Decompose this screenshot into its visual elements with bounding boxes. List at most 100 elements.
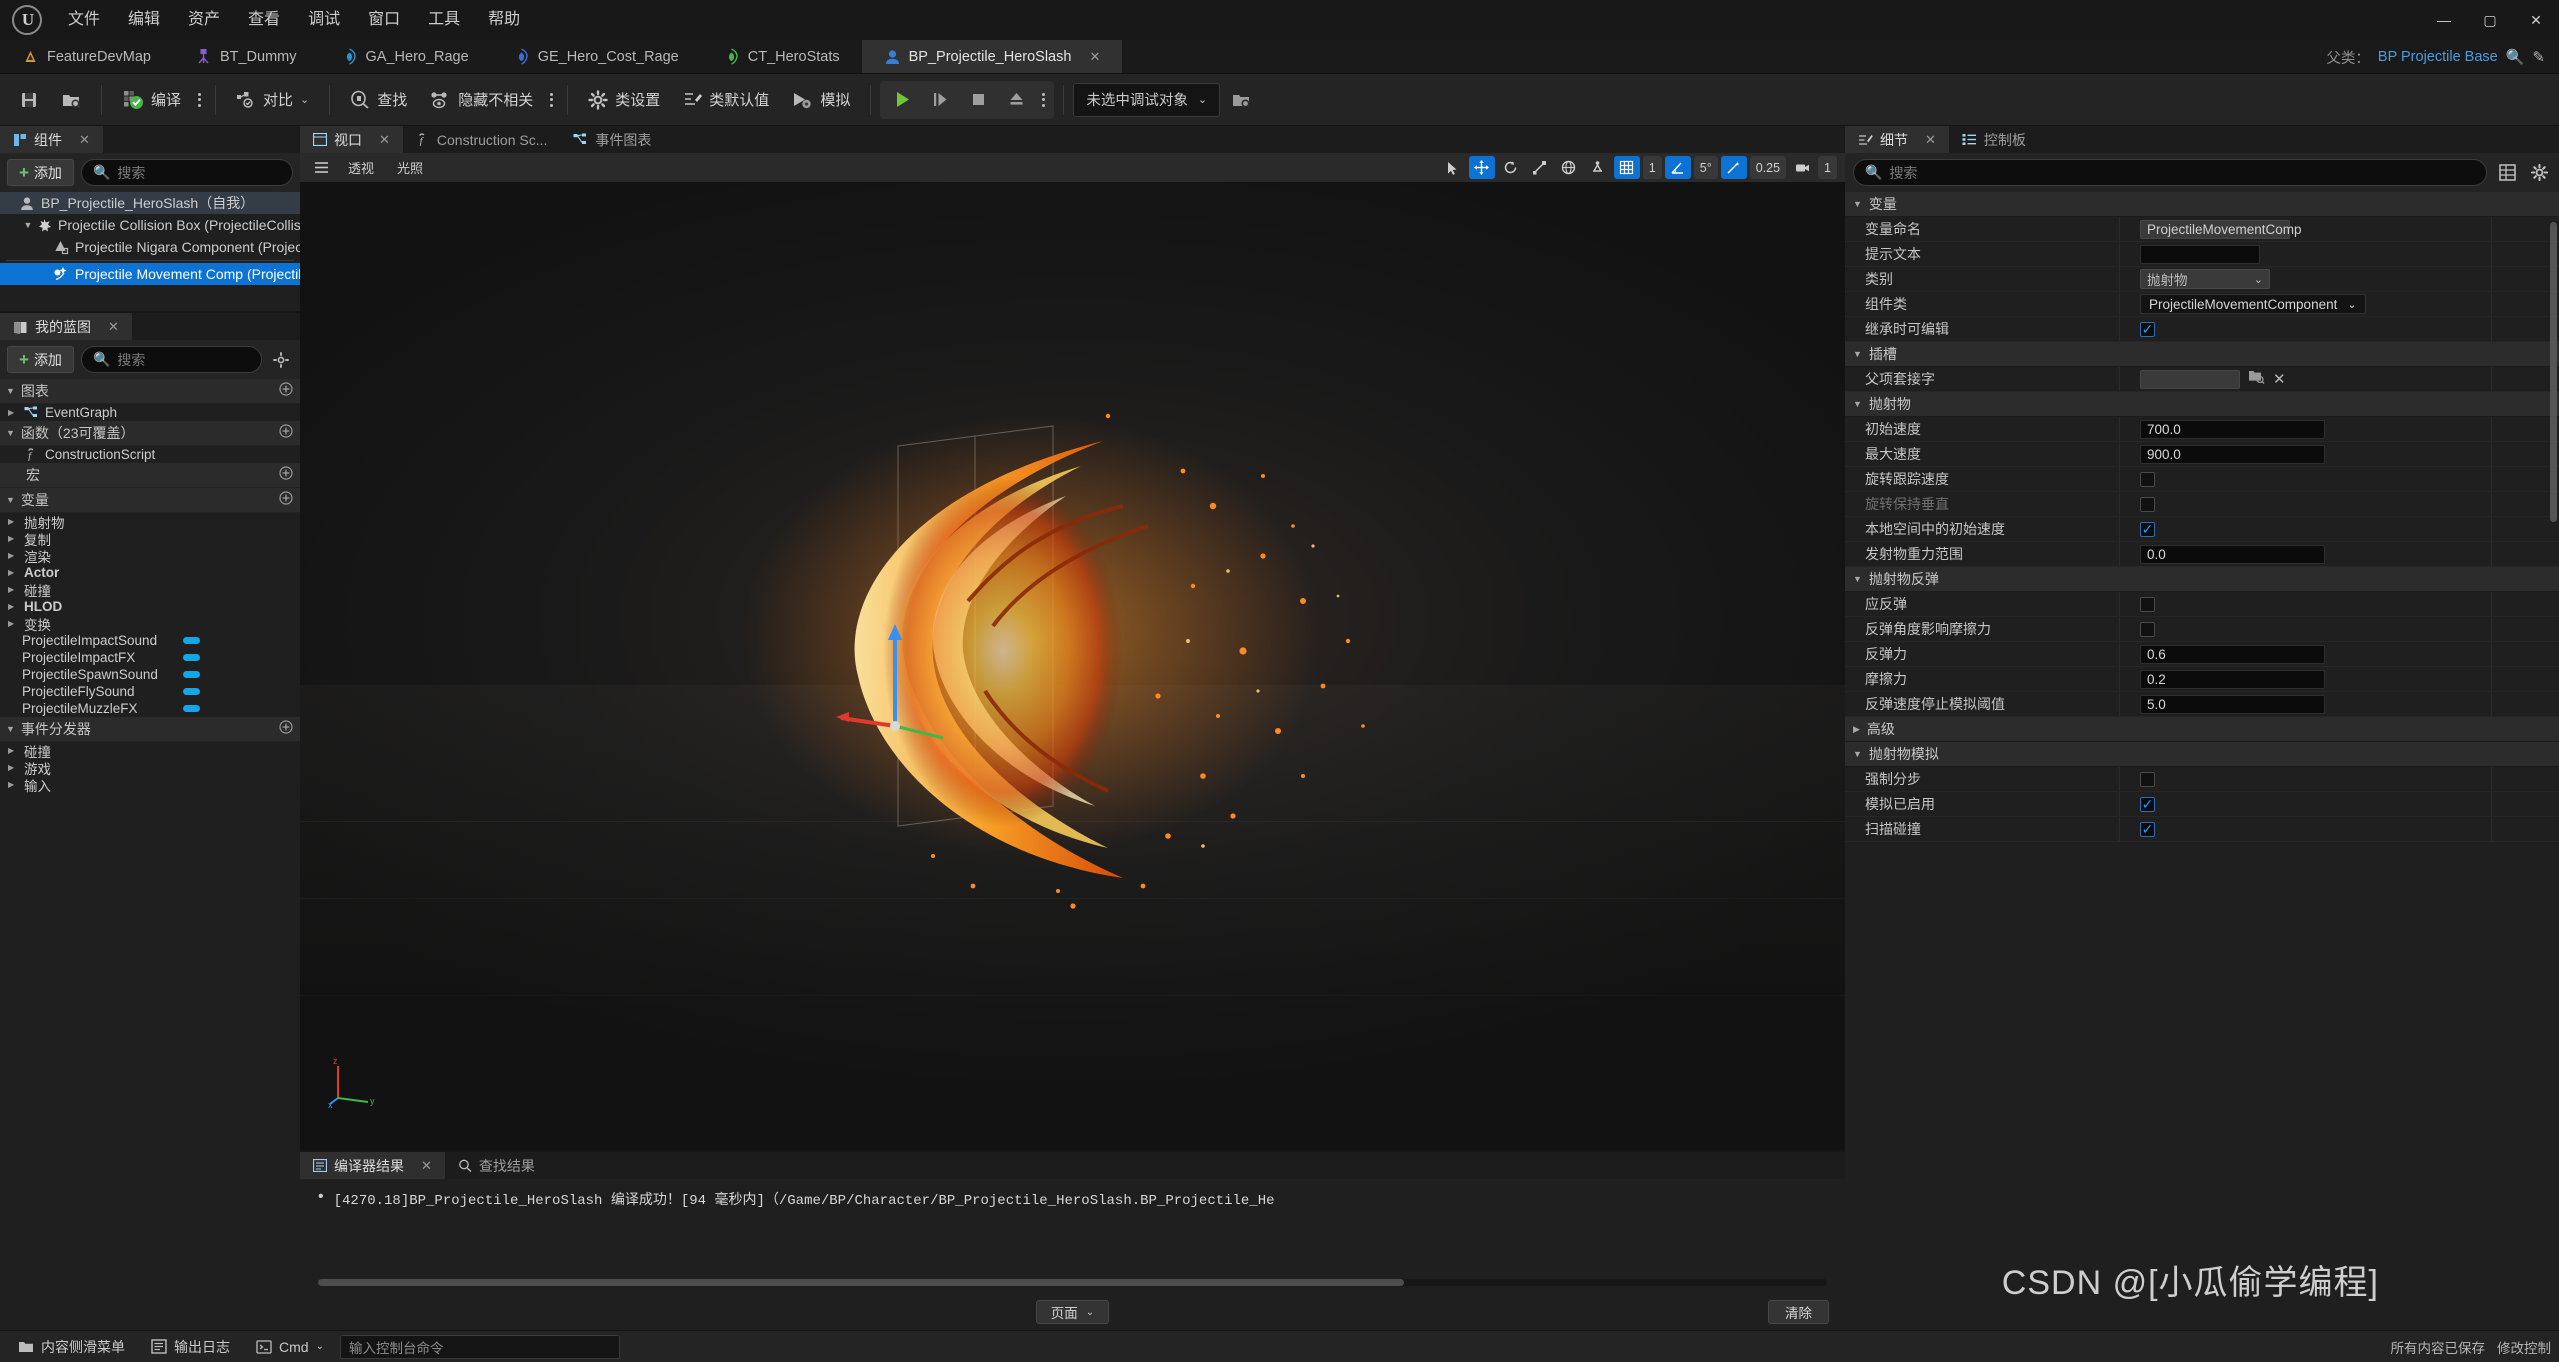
- diff-button[interactable]: 对比 ⌄: [225, 80, 320, 120]
- details-section-5[interactable]: ▼ 抛射物模拟: [1845, 742, 2559, 767]
- angle-snap-value[interactable]: 5°: [1693, 156, 1718, 179]
- search-parent-icon[interactable]: 🔍: [2506, 48, 2525, 66]
- debug-browse-button[interactable]: [1220, 80, 1262, 120]
- play-button[interactable]: [884, 83, 920, 117]
- chevron-down-icon[interactable]: ▼: [1853, 199, 1862, 209]
- blueprint-variable-row[interactable]: ProjectileImpactSound: [0, 632, 300, 649]
- close-icon[interactable]: ✕: [79, 132, 90, 148]
- step-button[interactable]: [922, 83, 958, 117]
- component-tree-row[interactable]: BP_Projectile_HeroSlash（自我）: [0, 192, 300, 214]
- stop-button[interactable]: [960, 83, 996, 117]
- details-search-box[interactable]: 🔍: [1853, 159, 2487, 186]
- property-checkbox[interactable]: [2140, 496, 2155, 512]
- blueprint-item[interactable]: ▶ 抛射物: [0, 513, 300, 531]
- details-search-input[interactable]: [1889, 164, 2475, 181]
- close-icon[interactable]: ✕: [421, 1158, 432, 1174]
- output-log-button[interactable]: 输出日志: [141, 1334, 240, 1360]
- chevron-down-icon[interactable]: ▼: [6, 495, 15, 505]
- details-grid-view-button[interactable]: [2495, 161, 2519, 185]
- maximize-button[interactable]: ▢: [2467, 0, 2513, 40]
- add-component-button[interactable]: + 添加: [7, 159, 74, 186]
- chevron-down-icon[interactable]: ▼: [6, 724, 15, 734]
- blueprint-variable-row[interactable]: ProjectileImpactFX: [0, 649, 300, 666]
- find-button[interactable]: 查找: [339, 80, 418, 120]
- details-section-2[interactable]: ▼ 抛射物: [1845, 392, 2559, 417]
- blueprint-item[interactable]: ▶ EventGraph: [0, 404, 300, 421]
- components-search-input[interactable]: [117, 164, 281, 181]
- menu-item-7[interactable]: 帮助: [474, 0, 534, 40]
- close-icon[interactable]: ✕: [1089, 49, 1100, 65]
- details-tab-1[interactable]: 控制板: [1948, 126, 2039, 153]
- blueprint-search-input[interactable]: [117, 351, 250, 368]
- asset-tab-2[interactable]: GA_Hero_Rage: [319, 40, 491, 73]
- translate-gizmo[interactable]: [835, 606, 955, 746]
- lit-button[interactable]: 光照: [388, 157, 432, 179]
- details-section-4[interactable]: ▶ 高级: [1845, 717, 2559, 742]
- property-text-input[interactable]: [2140, 244, 2260, 264]
- property-checkbox[interactable]: [2140, 771, 2155, 787]
- scale-snap-toggle[interactable]: [1720, 156, 1747, 179]
- angle-snap-toggle[interactable]: [1664, 156, 1691, 179]
- close-icon[interactable]: ✕: [1925, 132, 1936, 148]
- scale-snap-value[interactable]: 0.25: [1749, 156, 1787, 179]
- blueprint-item[interactable]: ▶ 变换: [0, 615, 300, 633]
- menu-item-1[interactable]: 编辑: [114, 0, 174, 40]
- revision-control-status[interactable]: 修改控制: [2497, 1337, 2551, 1357]
- chevron-right-icon[interactable]: ▶: [8, 602, 18, 611]
- add-blueprint-item-button[interactable]: + 添加: [7, 346, 74, 373]
- camera-speed-button[interactable]: [1789, 156, 1815, 179]
- menu-item-0[interactable]: 文件: [54, 0, 114, 40]
- chevron-right-icon[interactable]: ▶: [8, 763, 18, 772]
- play-options-button[interactable]: [1036, 92, 1050, 107]
- property-checkbox[interactable]: [2140, 821, 2155, 837]
- chevron-right-icon[interactable]: ▶: [8, 517, 18, 526]
- browse-socket-icon[interactable]: [2248, 369, 2265, 389]
- chevron-right-icon[interactable]: ▶: [8, 568, 18, 577]
- details-settings-button[interactable]: [2527, 161, 2551, 185]
- results-horizontal-scrollbar[interactable]: [318, 1279, 1827, 1286]
- chevron-right-icon[interactable]: ▶: [8, 408, 18, 417]
- blueprint-item[interactable]: ▶ 渲染: [0, 547, 300, 565]
- property-checkbox[interactable]: [2140, 621, 2155, 637]
- add-to-section-icon[interactable]: [279, 382, 293, 400]
- details-vertical-scrollbar[interactable]: [2550, 222, 2557, 522]
- page-select[interactable]: 页面 ⌄: [1035, 1300, 1110, 1324]
- viewport-menu-button[interactable]: [308, 156, 334, 179]
- blueprint-search-box[interactable]: 🔍: [80, 346, 262, 373]
- save-button[interactable]: [8, 80, 50, 120]
- property-number-input[interactable]: 5.0: [2140, 694, 2325, 714]
- grid-snap-value[interactable]: 1: [1642, 156, 1662, 179]
- content-drawer-button[interactable]: 内容侧滑菜单: [8, 1334, 135, 1360]
- center-tab-0[interactable]: 视口 ✕: [300, 126, 403, 153]
- chevron-down-icon[interactable]: ▼: [6, 428, 15, 438]
- property-checkbox[interactable]: [2140, 321, 2155, 337]
- blueprint-item[interactable]: ▶ 碰撞: [0, 581, 300, 599]
- chevron-right-icon[interactable]: ▶: [8, 780, 18, 789]
- property-checkbox[interactable]: [2140, 596, 2155, 612]
- debug-object-select[interactable]: 未选中调试对象 ⌄: [1073, 82, 1221, 117]
- minimize-button[interactable]: —: [2421, 0, 2467, 40]
- close-icon[interactable]: ✕: [108, 319, 119, 335]
- chevron-down-icon[interactable]: ▼: [1853, 399, 1862, 409]
- component-class-combo[interactable]: ProjectileMovementComponent ⌄: [2140, 294, 2366, 314]
- blueprint-variable-row[interactable]: ProjectileFlySound: [0, 683, 300, 700]
- property-combo[interactable]: 抛射物 ⌄: [2140, 269, 2270, 289]
- results-tab-1[interactable]: 查找结果: [444, 1152, 548, 1179]
- blueprint-section-4[interactable]: ▼ 事件分发器: [0, 717, 300, 742]
- asset-tab-1[interactable]: BT_Dummy: [173, 40, 319, 73]
- simulate-button[interactable]: 模拟: [780, 80, 861, 120]
- menu-item-5[interactable]: 窗口: [354, 0, 414, 40]
- center-tab-2[interactable]: 事件图表: [560, 126, 665, 153]
- blueprint-item[interactable]: ▶ 游戏: [0, 759, 300, 777]
- perspective-button[interactable]: 透视: [339, 157, 383, 179]
- tab-my-blueprint[interactable]: 我的蓝图 ✕: [0, 313, 132, 340]
- cmd-button[interactable]: Cmd ⌄: [246, 1334, 334, 1360]
- menu-item-3[interactable]: 查看: [234, 0, 294, 40]
- asset-tab-0[interactable]: FeatureDevMap: [0, 40, 173, 73]
- hide-unrelated-button[interactable]: 隐藏不相关: [418, 80, 544, 120]
- viewport-3d[interactable]: z y x: [300, 182, 1845, 1150]
- translate-tool-button[interactable]: [1468, 156, 1495, 179]
- blueprint-item[interactable]: ▶ 复制: [0, 530, 300, 548]
- details-section-3[interactable]: ▼ 抛射物反弹: [1845, 567, 2559, 592]
- details-section-0[interactable]: ▼ 变量: [1845, 192, 2559, 217]
